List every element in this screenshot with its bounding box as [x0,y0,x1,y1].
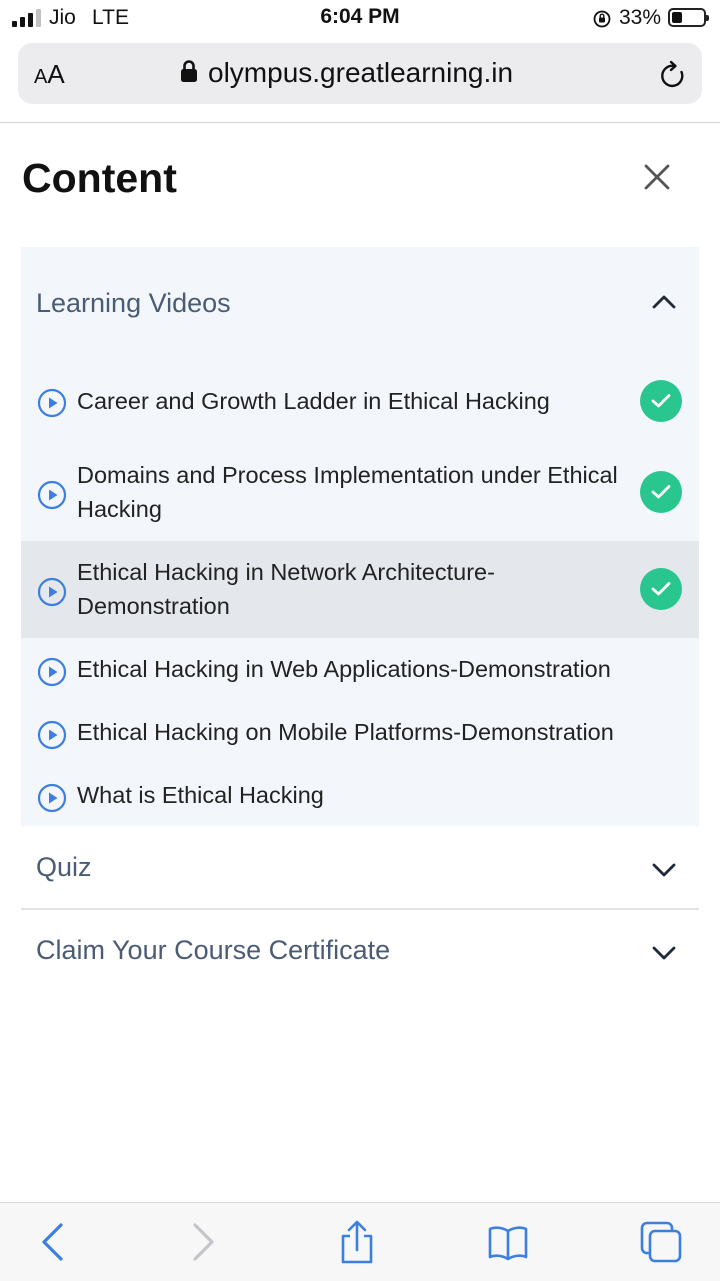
url-field[interactable]: olympus.greatlearning.in [180,56,513,90]
forward-icon[interactable] [180,1219,224,1265]
checkmark-icon [640,380,682,422]
chevron-down-icon [651,945,677,966]
video-title: Ethical Hacking on Mobile Platforms-Demo… [77,719,614,745]
url-text: olympus.greatlearning.in [208,57,514,88]
section-title: Claim Your Course Certificate [36,935,391,965]
battery-percentage: 33% [619,6,662,29]
share-icon[interactable] [335,1219,379,1265]
browser-toolbar [0,1202,720,1281]
page-title: Content [22,155,177,201]
checkmark-icon [640,568,682,610]
status-bar: Jio LTE 6:04 PM 33% [0,0,720,38]
video-item-selected[interactable]: Ethical Hacking in Network Architecture-… [21,541,699,638]
video-title: Domains and Process Implementation under… [77,462,618,522]
play-circle-icon [37,783,67,813]
bookmarks-icon[interactable] [486,1219,530,1265]
orientation-lock-icon [592,9,612,34]
tabs-icon[interactable] [638,1219,682,1265]
video-item[interactable]: Domains and Process Implementation under… [21,450,699,536]
play-circle-icon [37,720,67,750]
chevron-down-icon [651,862,677,883]
video-title: Career and Growth Ladder in Ethical Hack… [77,388,550,414]
divider [21,908,699,910]
battery-icon [668,8,709,27]
video-item[interactable]: Career and Growth Ladder in Ethical Hack… [21,377,699,425]
video-title: Ethical Hacking in Network Architecture-… [77,559,495,619]
play-circle-icon [37,657,67,687]
video-title: What is Ethical Hacking [77,782,324,808]
learning-videos-header[interactable]: Learning Videos [21,274,699,334]
quiz-section-header[interactable]: Quiz [21,834,699,904]
video-item[interactable]: Ethical Hacking on Mobile Platforms-Demo… [21,710,699,758]
learning-videos-panel: Learning Videos Career and Growth Ladder… [21,247,699,826]
back-icon[interactable] [32,1219,76,1265]
video-title: Ethical Hacking in Web Applications-Demo… [77,656,611,682]
play-circle-icon [37,480,67,510]
lock-icon [180,59,198,88]
text-size-button[interactable]: AA [34,59,65,90]
close-icon[interactable] [641,161,673,193]
section-title: Quiz [36,852,92,882]
chevron-up-icon [651,294,677,315]
video-item[interactable]: Ethical Hacking in Web Applications-Demo… [21,647,699,695]
section-title: Learning Videos [36,288,231,318]
divider [0,122,720,123]
play-circle-icon [37,388,67,418]
address-bar[interactable]: AA olympus.greatlearning.in [18,43,702,104]
checkmark-icon [640,471,682,513]
reload-icon[interactable] [658,59,688,96]
video-item[interactable]: What is Ethical Hacking [21,773,699,821]
status-time: 6:04 PM [320,5,400,28]
play-circle-icon [37,577,67,607]
certificate-section-header[interactable]: Claim Your Course Certificate [21,917,699,987]
